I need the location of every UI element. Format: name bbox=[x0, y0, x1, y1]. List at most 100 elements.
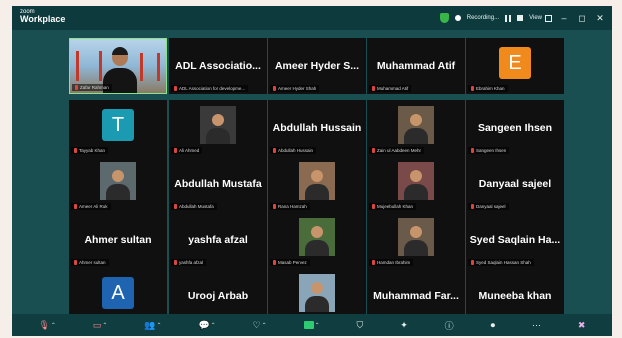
stop-recording-icon[interactable] bbox=[517, 15, 524, 21]
participant-tile[interactable]: Hamdan Ibrahim bbox=[367, 212, 465, 268]
participant-label-text: Abdullah Mustafa bbox=[179, 204, 214, 209]
video-button[interactable]: ▭ ⌃ bbox=[93, 320, 108, 331]
participant-photo bbox=[100, 162, 136, 200]
person-head bbox=[311, 282, 323, 294]
participant-tile[interactable]: Abdullah Hussain Abdullah Hussain bbox=[268, 100, 366, 156]
audio-button[interactable]: 🎙 ⌃ bbox=[38, 320, 55, 331]
participant-display-name: Danyaal sajeel bbox=[478, 178, 552, 190]
participant-photo bbox=[299, 274, 335, 312]
mic-muted-icon bbox=[471, 204, 474, 209]
maximize-icon[interactable]: ◻ bbox=[576, 13, 588, 24]
mic-muted-icon bbox=[74, 204, 77, 209]
participant-tile[interactable]: Muhammad Atif Muhammad Atif bbox=[367, 38, 465, 94]
chevron-up-icon[interactable]: ⌃ bbox=[262, 322, 267, 329]
participant-tile[interactable]: Abdullah Mustafa Abdullah Mustafa bbox=[169, 156, 267, 212]
participant-name-label: Sangeen Ihsen bbox=[468, 147, 510, 154]
share-screen-icon bbox=[303, 321, 314, 329]
person-body bbox=[106, 184, 130, 200]
apps-button[interactable]: ✦ bbox=[400, 320, 408, 331]
participant-tile[interactable]: Zafar Rahman bbox=[69, 38, 167, 94]
participant-name-label: Mujeebullah Khan bbox=[369, 203, 417, 210]
participant-tile[interactable]: Zain ul Aabdeen Mehr bbox=[367, 100, 465, 156]
close-icon[interactable]: ✕ bbox=[594, 13, 606, 24]
participant-label-text: Danyaal sajeel bbox=[476, 204, 506, 209]
participant-display-name: ADL Associatio... bbox=[175, 60, 261, 72]
participant-tile[interactable]: Sangeen Ihsen Sangeen Ihsen bbox=[466, 100, 564, 156]
participant-display-name: Ameer Hyder S... bbox=[274, 60, 360, 72]
mic-muted-icon bbox=[273, 204, 276, 209]
participant-display-name: Sangeen Ihsen bbox=[477, 122, 553, 134]
security-button[interactable]: ⛉ bbox=[357, 320, 364, 331]
encryption-shield-icon[interactable] bbox=[439, 13, 449, 23]
info-button[interactable]: ⓘ bbox=[445, 319, 454, 332]
chevron-up-icon[interactable]: ⌃ bbox=[102, 322, 107, 329]
participant-tile[interactable]: Rana Hamzah bbox=[268, 156, 366, 212]
participant-label-text: Ahmer sultan bbox=[79, 260, 106, 265]
participant-name-label: yashfa afzal bbox=[171, 259, 207, 266]
participant-display-name: Muhammad Atif bbox=[376, 60, 456, 72]
person-hair bbox=[112, 47, 128, 55]
pause-recording-icon[interactable] bbox=[505, 14, 512, 22]
camera-off-icon: ▭ bbox=[92, 319, 102, 330]
participant-display-name: Syed Saqlain Ha... bbox=[469, 234, 561, 246]
mic-muted-icon bbox=[273, 260, 276, 265]
participant-photo bbox=[299, 162, 335, 200]
chevron-up-icon[interactable]: ⌃ bbox=[315, 322, 320, 329]
title-bar: zoom Workplace Recording... View – ◻ ✕ bbox=[12, 6, 612, 30]
participant-tile[interactable]: Ameer Hyder S... Ameer Hyder Shah bbox=[268, 38, 366, 94]
chat-button[interactable]: 💬 ⌃ bbox=[198, 320, 215, 331]
person-body bbox=[404, 184, 428, 200]
participant-tile[interactable]: T Tayyab Khan bbox=[69, 100, 167, 156]
participant-name-label: Danyaal sajeel bbox=[468, 203, 509, 210]
shield-icon: ⛉ bbox=[356, 319, 364, 330]
participant-name-label: Masab Pervez bbox=[270, 259, 310, 266]
participant-photo bbox=[398, 162, 434, 200]
participant-label-text: Ebrahim Khan bbox=[476, 86, 505, 91]
more-button[interactable]: ⋯ bbox=[532, 320, 541, 331]
participant-photo bbox=[200, 106, 236, 144]
info-icon: ⓘ bbox=[444, 320, 454, 331]
mic-muted-icon bbox=[471, 148, 474, 153]
minimize-icon[interactable]: – bbox=[558, 13, 570, 23]
participant-name-label: Ali Ahmed bbox=[171, 147, 203, 154]
participant-tile[interactable]: ADL Associatio... ADL Association for dev… bbox=[169, 38, 267, 94]
participant-tile[interactable]: E Ebrahim Khan bbox=[466, 38, 564, 94]
record-button[interactable]: ⏺ bbox=[491, 320, 496, 331]
chevron-up-icon[interactable]: ⌃ bbox=[211, 322, 216, 329]
share-button[interactable]: ⌃ bbox=[303, 321, 320, 329]
view-button[interactable]: View bbox=[529, 14, 552, 22]
mic-muted-icon bbox=[372, 148, 375, 153]
react-button[interactable]: ♡ ⌃ bbox=[253, 320, 267, 331]
mic-muted-icon bbox=[372, 204, 375, 209]
chevron-up-icon[interactable]: ⌃ bbox=[51, 322, 56, 329]
participants-button[interactable]: 👥 ⌃ bbox=[144, 320, 161, 331]
participant-label-text: Abdullah Hussain bbox=[278, 148, 314, 153]
participant-name-label: Rana Hamzah bbox=[270, 203, 310, 210]
participant-tile[interactable]: yashfa afzal yashfa afzal bbox=[169, 212, 267, 268]
mic-muted-icon bbox=[471, 86, 474, 91]
chevron-up-icon[interactable]: ⌃ bbox=[157, 322, 162, 329]
record-icon: ⏺ bbox=[490, 319, 496, 330]
view-label: View bbox=[529, 15, 542, 21]
person-head bbox=[112, 170, 124, 182]
participant-name-label: Abdullah Hussain bbox=[270, 147, 317, 154]
leave-button[interactable]: ✖ bbox=[578, 320, 586, 331]
participant-tile[interactable]: Ahmer sultan Ahmer sultan bbox=[69, 212, 167, 268]
participant-label-text: Masab Pervez bbox=[278, 260, 307, 265]
participant-initial-avatar: A bbox=[102, 277, 134, 309]
participant-tile[interactable]: Ameer Ali Ruk bbox=[69, 156, 167, 212]
mic-muted-icon bbox=[174, 148, 177, 153]
mic-muted-icon bbox=[174, 86, 177, 91]
participant-name-label: Zafar Rahman bbox=[72, 84, 112, 91]
person-body bbox=[305, 296, 329, 312]
mic-muted-icon bbox=[174, 204, 177, 209]
participant-tile[interactable]: Syed Saqlain Ha... Syed Saqlain Hassan Sh… bbox=[466, 212, 564, 268]
participant-tile[interactable]: Danyaal sajeel Danyaal sajeel bbox=[466, 156, 564, 212]
participant-tile[interactable]: Mujeebullah Khan bbox=[367, 156, 465, 212]
participant-label-text: Hamdan Ibrahim bbox=[377, 260, 411, 265]
person-body bbox=[305, 240, 329, 256]
participant-tile[interactable]: Masab Pervez bbox=[268, 212, 366, 268]
mic-muted-icon bbox=[273, 86, 276, 91]
participant-tile[interactable]: Ali Ahmed bbox=[169, 100, 267, 156]
person-head bbox=[311, 226, 323, 238]
